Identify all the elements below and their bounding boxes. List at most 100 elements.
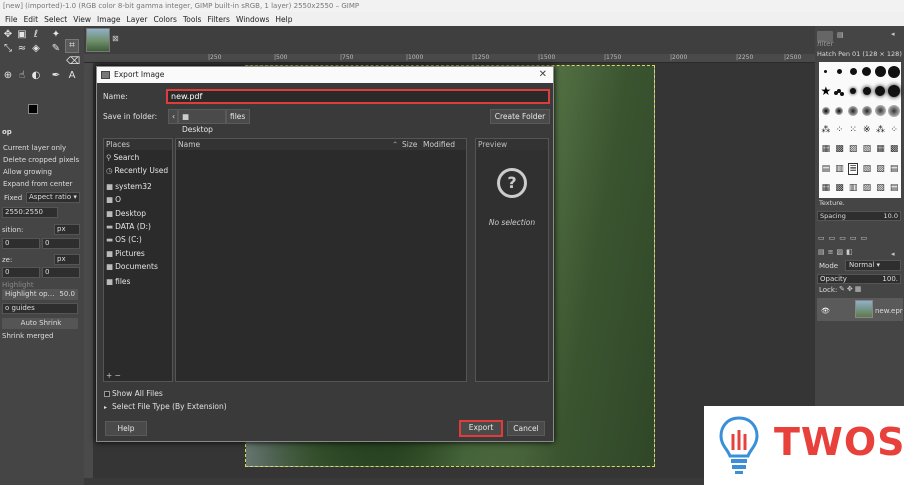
brush-filter-input[interactable]: filter (817, 40, 833, 48)
position-y-input[interactable]: 0 (42, 238, 80, 249)
brush-item[interactable] (849, 68, 857, 76)
brush-item[interactable] (888, 104, 901, 117)
highlight-opacity-slider[interactable]: Highlight op… 50.0 (2, 289, 78, 300)
fuzzy-select-icon[interactable]: ✦ (50, 29, 62, 41)
filename-input[interactable]: new.pdf (166, 89, 550, 104)
dock-tab-icon[interactable]: ▤ (837, 31, 844, 39)
column-size[interactable]: Size (402, 139, 417, 150)
path-tool-icon[interactable]: ✒ (50, 70, 62, 82)
cancel-button[interactable]: Cancel (507, 421, 545, 436)
brush-texture-icon[interactable]: ▤ (890, 164, 899, 174)
size-w-input[interactable]: 0 (2, 267, 40, 278)
move-tool-icon[interactable]: ✥ (2, 29, 14, 41)
brush-texture-icon[interactable]: ▦ (876, 144, 885, 154)
brush-splatter-icon[interactable]: ⁂ (821, 125, 830, 135)
brush-texture-icon[interactable]: ▥ (835, 164, 844, 174)
place-os-c[interactable]: ▬ OS (C:) (106, 235, 172, 244)
spacing-slider[interactable]: Spacing 10.0 (817, 211, 901, 221)
sort-up-icon[interactable]: ⌃ (392, 139, 398, 150)
layers-menu-icon[interactable]: ◂ (891, 250, 895, 258)
brush-texture-icon[interactable]: ▦ (822, 183, 831, 193)
brush-item[interactable] (862, 67, 872, 77)
breadcrumb-desktop[interactable]: ■ Desktop (178, 109, 226, 134)
layer-tabs-icon[interactable]: ▤≡▨◧ (818, 248, 856, 256)
bucket-fill-icon[interactable]: ◈ (30, 43, 42, 55)
brush-star-icon[interactable]: ★ (820, 84, 831, 98)
menu-edit[interactable]: Edit (21, 15, 42, 24)
place-desktop[interactable]: ■ Desktop (106, 209, 172, 218)
expander-arrow-icon[interactable]: ▸ (104, 404, 107, 411)
close-tab-icon[interactable]: ⊠ (112, 34, 119, 43)
brush-item[interactable] (848, 105, 859, 116)
brush-item[interactable] (862, 87, 871, 96)
brush-selected-icon[interactable]: ≣ (848, 162, 858, 175)
brush-texture-icon[interactable]: ▨ (876, 164, 885, 174)
aspect-ratio-dropdown[interactable]: Aspect ratio ▾ (26, 192, 80, 203)
allow-growing-option[interactable]: Allow growing (2, 168, 52, 176)
smudge-tool-icon[interactable]: ☝ (16, 70, 28, 82)
brush-item[interactable] (874, 66, 886, 78)
foreground-color-swatch[interactable] (28, 104, 38, 114)
brush-item[interactable] (875, 86, 886, 97)
dock-menu-icon[interactable]: ◂ (891, 30, 895, 38)
breadcrumb-files[interactable]: files (226, 109, 250, 124)
brush-texture-icon[interactable]: ▤ (890, 183, 899, 193)
place-data-d[interactable]: ▬ DATA (D:) (106, 222, 172, 231)
show-all-files-checkbox[interactable] (104, 391, 110, 397)
brush-texture-icon[interactable]: ▧ (876, 183, 885, 193)
brush-item[interactable] (888, 85, 901, 98)
menu-windows[interactable]: Windows (233, 15, 272, 24)
visibility-eye-icon[interactable]: 👁 (821, 307, 830, 315)
brush-texture-icon[interactable]: ▦ (822, 144, 831, 154)
add-remove-bookmark[interactable]: + − (106, 371, 172, 380)
brush-texture-icon[interactable]: ▧ (863, 164, 872, 174)
mode-dropdown[interactable]: Normal ▾ (845, 260, 901, 271)
brush-actions-icon[interactable]: ▭▭▭▭▭ (818, 234, 871, 242)
brush-splatter-icon[interactable]: ⁘ (836, 125, 844, 135)
brush-splatter-icon[interactable]: ⁙ (849, 125, 857, 135)
create-folder-button[interactable]: Create Folder (490, 109, 550, 124)
brush-item[interactable] (861, 105, 872, 116)
menu-layer[interactable]: Layer (124, 15, 151, 24)
brush-texture-icon[interactable]: ▤ (822, 164, 831, 174)
align-tool-icon[interactable]: ▣ (16, 29, 28, 41)
dodge-tool-icon[interactable]: ◐ (30, 70, 42, 82)
place-system32[interactable]: ■ system32 (106, 182, 172, 191)
size-unit-dropdown[interactable]: px (54, 254, 80, 265)
menu-help[interactable]: Help (272, 15, 295, 24)
brush-splatter-icon[interactable]: ※ (863, 125, 871, 135)
export-button[interactable]: Export (459, 420, 503, 437)
brush-item[interactable] (835, 106, 844, 115)
size-h-input[interactable]: 0 (42, 267, 80, 278)
layer-name[interactable]: new.epr (875, 307, 903, 315)
place-pictures[interactable]: ■ Pictures (106, 249, 172, 258)
brush-item[interactable] (821, 106, 830, 115)
menu-tools[interactable]: Tools (180, 15, 204, 24)
brush-texture-icon[interactable]: ▨ (849, 144, 858, 154)
menu-image[interactable]: Image (94, 15, 124, 24)
vertical-ruler[interactable] (84, 63, 93, 485)
expand-from-center-option[interactable]: Expand from center (2, 180, 72, 188)
text-tool-icon[interactable]: A (66, 70, 78, 82)
brush-grid[interactable]: ★ ⁂ ⁘ ⁙ ※ ⁂ ⁘ ▦ ▩ ▨ ▧ ▦ ▩ ▤ ▥ ≣ ▧ ▨ ▤ ▦ … (819, 62, 901, 198)
auto-shrink-button[interactable]: Auto Shrink (2, 318, 78, 329)
select-file-type-expander[interactable]: Select File Type (By Extension) (112, 402, 227, 411)
pencil-tool-icon[interactable]: ✎ (50, 43, 62, 55)
eraser-tool-icon[interactable]: ⌫ (66, 56, 80, 68)
help-button[interactable]: Help (105, 421, 147, 436)
menu-file[interactable]: File (2, 15, 21, 24)
brush-texture-icon[interactable]: ▩ (890, 144, 899, 154)
horizontal-ruler[interactable]: |250 |500 |750 |1000 |1250 |1500 |1750 |… (84, 54, 815, 63)
brush-item[interactable] (850, 88, 857, 95)
lasso-tool-icon[interactable]: ℓ (30, 29, 42, 41)
brush-texture-icon[interactable]: ▥ (849, 183, 858, 193)
column-modified[interactable]: Modified (423, 139, 455, 150)
menu-view[interactable]: View (70, 15, 94, 24)
brush-item[interactable] (888, 65, 901, 78)
shrink-merged-option[interactable]: Shrink merged (2, 332, 54, 340)
brush-item[interactable] (824, 70, 828, 74)
opacity-slider[interactable]: Opacity 100. (817, 274, 901, 284)
brush-splatter-icon[interactable]: ⁂ (876, 125, 885, 135)
highlight-option[interactable]: Highlight (2, 281, 34, 289)
position-x-input[interactable]: 0 (2, 238, 40, 249)
